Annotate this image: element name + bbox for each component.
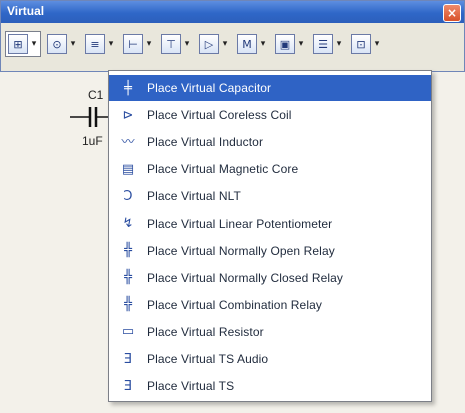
ts-audio-icon: Ǝ [123,351,133,367]
toolbar-button-mosfet[interactable]: ⊤ ▾ [159,31,193,57]
meter-icon: M [237,34,257,54]
toolbar-button-source[interactable]: ▣ ▾ [273,31,307,57]
chevron-down-icon[interactable]: ▾ [145,39,153,49]
ts-icon: Ǝ [123,378,133,394]
capacitor-dropdown-menu: ╪ Place Virtual Capacitor ⊳ Place Virtual C… [108,70,432,402]
relay-combination-icon: ╬ [124,297,132,313]
chevron-down-icon[interactable]: ▾ [107,39,115,49]
toolbar-button-capacitor[interactable]: ⊞ ▾ [5,31,41,57]
menu-item-label: Place Virtual Normally Open Relay [147,243,335,258]
menu-item-label: Place Virtual NLT [147,189,241,204]
menu-item-label: Place Virtual Resistor [147,324,264,339]
toolbar-button-opamp[interactable]: ▷ ▾ [197,31,231,57]
menu-item-relay-open[interactable]: ╬ Place Virtual Normally Open Relay [109,238,431,264]
menu-item-nlt[interactable]: Ɔ Place Virtual NLT [109,183,431,209]
menu-item-label: Place Virtual Combination Relay [147,297,322,312]
component-reference-label: C1 [88,88,104,102]
menu-item-inductor[interactable]: 〰 Place Virtual Inductor [109,129,431,155]
component-toolbar: ⊞ ▾ ⊙ ▾ ≡ ▾ ⊢ ▾ ⊤ ▾ ▷ ▾ M ▾ ▣ ▾ ☰ ▾ ⊡ ▾ [5,29,460,59]
toolbar-button-ground[interactable]: ≡ ▾ [83,31,117,57]
inductor-icon: 〰 [121,134,135,150]
magnetic-core-icon: ▤ [121,161,135,177]
menu-item-label: Place Virtual Normally Closed Relay [147,270,344,285]
toolbar-button-transistor[interactable]: ⊢ ▾ [121,31,155,57]
chevron-down-icon[interactable]: ▾ [259,39,267,49]
toolbar-button-meter[interactable]: M ▾ [235,31,269,57]
virtual-toolbar-window: Virtual × ⊞ ▾ ⊙ ▾ ≡ ▾ ⊢ ▾ ⊤ ▾ ▷ ▾ M ▾ ▣ ▾ ☰ ▾ ⊡ ▾ [0,0,465,72]
window-title: Virtual [7,4,45,18]
chevron-down-icon[interactable]: ▾ [69,39,77,49]
menu-item-magnetic-core[interactable]: ▤ Place Virtual Magnetic Core [109,156,431,182]
toolbar-button-more[interactable]: ⊡ ▾ [349,31,383,57]
menu-item-label: Place Virtual Inductor [147,135,264,150]
ground-icon: ≡ [85,34,105,54]
opamp-icon: ▷ [199,34,219,54]
nlt-icon: Ɔ [123,188,133,204]
title-bar[interactable]: Virtual × [1,1,464,23]
chevron-down-icon[interactable]: ▾ [30,39,38,49]
menu-item-relay-combination[interactable]: ╬ Place Virtual Combination Relay [109,292,431,318]
chevron-down-icon[interactable]: ▾ [221,39,229,49]
menu-item-ts-audio[interactable]: Ǝ Place Virtual TS Audio [109,346,431,372]
menu-item-label: Place Virtual Capacitor [147,81,272,95]
relay-open-icon: ╬ [124,243,132,259]
source-icon: ▣ [275,34,295,54]
more-icon: ⊡ [351,34,371,54]
capacitor-icon: ╪ [124,80,132,96]
misc-icon: ☰ [313,34,333,54]
resistor-icon: ▭ [121,324,135,340]
chevron-down-icon[interactable]: ▾ [373,39,381,49]
close-icon: × [446,6,458,20]
toolbar-button-diode[interactable]: ⊙ ▾ [45,31,79,57]
chevron-down-icon[interactable]: ▾ [335,39,343,49]
menu-item-potentiometer[interactable]: ↯ Place Virtual Linear Potentiometer [109,211,431,237]
coil-icon: ⊳ [122,107,134,123]
relay-closed-icon: ╬ [124,270,132,286]
diode-icon: ⊙ [47,34,67,54]
menu-item-capacitor[interactable]: ╪ Place Virtual Capacitor [109,75,431,101]
menu-item-label: Place Virtual Magnetic Core [147,162,299,177]
potentiometer-icon: ↯ [122,216,134,231]
toolbar-button-misc[interactable]: ☰ ▾ [311,31,345,57]
chevron-down-icon[interactable]: ▾ [183,39,191,49]
menu-item-label: Place Virtual TS Audio [147,352,269,366]
menu-item-label: Place Virtual TS [147,379,235,394]
menu-item-label: Place Virtual Coreless Coil [147,108,292,123]
menu-item-relay-closed[interactable]: ╬ Place Virtual Normally Closed Relay [109,265,431,291]
mosfet-icon: ⊤ [161,34,181,54]
capacitor-icon: ⊞ [8,34,28,54]
component-value-label: 1uF [82,134,103,148]
transistor-icon: ⊢ [123,34,143,54]
menu-item-ts[interactable]: Ǝ Place Virtual TS [109,373,431,399]
close-button[interactable]: × [443,4,461,22]
menu-item-resistor[interactable]: ▭ Place Virtual Resistor [109,319,431,345]
chevron-down-icon[interactable]: ▾ [297,39,305,49]
menu-item-coil[interactable]: ⊳ Place Virtual Coreless Coil [109,102,431,128]
capacitor-c1[interactable]: C1 1uF [62,88,112,148]
menu-item-label: Place Virtual Linear Potentiometer [147,216,333,231]
capacitor-symbol [70,107,110,127]
